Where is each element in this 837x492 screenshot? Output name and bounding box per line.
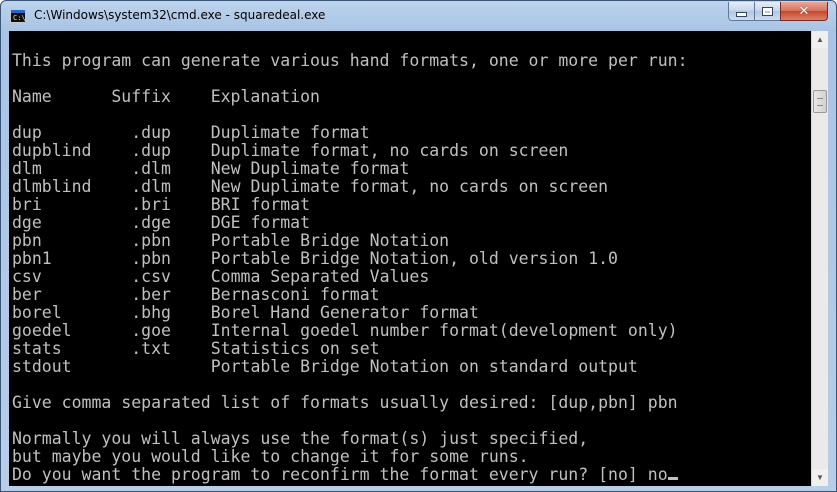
format-name: stdout — [12, 357, 132, 376]
format-row: goedel .goe Internal goedel number forma… — [12, 322, 688, 340]
format-explanation: Statistics on set — [210, 339, 380, 358]
format-explanation: Portable Bridge Notation — [210, 231, 450, 250]
format-explanation: New Duplimate format, no cards on screen — [210, 177, 609, 196]
format-name: goedel — [12, 321, 132, 340]
minimize-button[interactable] — [728, 2, 755, 21]
format-suffix: .bri — [131, 195, 211, 214]
scroll-up-button[interactable]: ▲ — [812, 31, 828, 48]
format-row: stats .txt Statistics on set — [12, 340, 688, 358]
format-name: dlm — [12, 159, 132, 178]
console-text: This program can generate various hand f… — [12, 52, 688, 484]
format-row: dup .dup Duplimate format — [12, 124, 688, 142]
format-explanation: Duplimate format — [210, 123, 370, 142]
format-row: dlmblind .dlm New Duplimate format, no c… — [12, 178, 688, 196]
format-row: pbn .pbn Portable Bridge Notation — [12, 232, 688, 250]
minimize-icon — [736, 11, 747, 17]
format-row: dlm .dlm New Duplimate format — [12, 160, 688, 178]
format-suffix: .goe — [131, 321, 211, 340]
format-suffix: .dlm — [131, 159, 211, 178]
format-suffix: .dup — [131, 141, 211, 160]
format-name: borel — [12, 303, 132, 322]
format-explanation: DGE format — [210, 213, 311, 232]
cmd-icon[interactable]: C:\ — [10, 9, 26, 23]
format-explanation: BRI format — [210, 195, 311, 214]
format-row: bri .bri BRI format — [12, 196, 688, 214]
format-row: stdout Portable Bridge Notation on stand… — [12, 358, 688, 376]
note-line: Normally you will always use the format(… — [12, 429, 589, 448]
format-name: bri — [12, 195, 132, 214]
title-bar[interactable]: C:\ C:\Windows\system32\cmd.exe - square… — [1, 1, 836, 31]
format-explanation: Portable Bridge Notation on standard out… — [210, 357, 638, 376]
format-row: ber .ber Bernasconi format — [12, 286, 688, 304]
arrow-down-icon: ▼ — [816, 473, 824, 482]
format-suffix: .dup — [131, 123, 211, 142]
format-explanation: Borel Hand Generator format — [210, 303, 479, 322]
format-row: dge .dge DGE format — [12, 214, 688, 232]
format-row: borel .bhg Borel Hand Generator format — [12, 304, 688, 322]
format-suffix: .pbn — [131, 249, 211, 268]
scroll-thumb[interactable] — [813, 90, 827, 113]
format-explanation: Comma Separated Values — [210, 267, 430, 286]
format-explanation: Internal goedel number format(developmen… — [210, 321, 678, 340]
maximize-button[interactable] — [754, 2, 781, 21]
format-row: pbn1 .pbn Portable Bridge Notation, old … — [12, 250, 688, 268]
reconfirm-prompt-text: Do you want the program to reconfirm the… — [12, 465, 668, 484]
column-suffix-header: Suffix — [111, 87, 211, 106]
format-suffix: .csv — [131, 267, 211, 286]
format-explanation: Duplimate format, no cards on screen — [210, 141, 569, 160]
format-explanation: Portable Bridge Notation, old version 1.… — [210, 249, 618, 268]
format-suffix: .pbn — [131, 231, 211, 250]
format-suffix — [131, 357, 210, 376]
arrow-up-icon: ▲ — [816, 35, 824, 44]
text-cursor — [667, 477, 678, 480]
format-name: pbn1 — [12, 249, 132, 268]
window-title: C:\Windows\system32\cmd.exe - squaredeal… — [34, 8, 326, 22]
format-name: csv — [12, 267, 132, 286]
format-name: ber — [12, 285, 132, 304]
format-suffix: .bhg — [131, 303, 211, 322]
format-name: dge — [12, 213, 132, 232]
format-row: csv .csv Comma Separated Values — [12, 268, 688, 286]
close-icon: ✕ — [798, 3, 810, 19]
format-suffix: .txt — [131, 339, 211, 358]
format-name: stats — [12, 339, 132, 358]
format-prompt-line: Give comma separated list of formats usu… — [12, 393, 678, 412]
vertical-scrollbar[interactable]: ▲ ▼ — [811, 31, 828, 486]
intro-line: This program can generate various hand f… — [12, 51, 688, 70]
format-explanation: New Duplimate format — [210, 159, 410, 178]
format-row: dupblind .dup Duplimate format, no cards… — [12, 142, 688, 160]
reconfirm-prompt-line: Do you want the program to reconfirm the… — [12, 466, 688, 484]
close-button[interactable]: ✕ — [780, 2, 828, 21]
scroll-down-button[interactable]: ▼ — [812, 469, 828, 486]
format-suffix: .dlm — [131, 177, 211, 196]
format-explanation: Bernasconi format — [210, 285, 380, 304]
format-name: pbn — [12, 231, 132, 250]
format-suffix: .dge — [131, 213, 211, 232]
table-header: Name Suffix Explanation — [12, 88, 688, 106]
format-name: dupblind — [12, 141, 132, 160]
format-name: dlmblind — [12, 177, 132, 196]
console-output[interactable]: This program can generate various hand f… — [9, 31, 811, 486]
note-line: but maybe you would like to change it fo… — [12, 447, 529, 466]
column-name-header: Name — [12, 87, 112, 106]
maximize-icon — [762, 6, 773, 16]
console-window: C:\ C:\Windows\system32\cmd.exe - square… — [0, 0, 837, 492]
format-suffix: .ber — [131, 285, 211, 304]
column-explanation-header: Explanation — [210, 87, 320, 106]
format-name: dup — [12, 123, 132, 142]
